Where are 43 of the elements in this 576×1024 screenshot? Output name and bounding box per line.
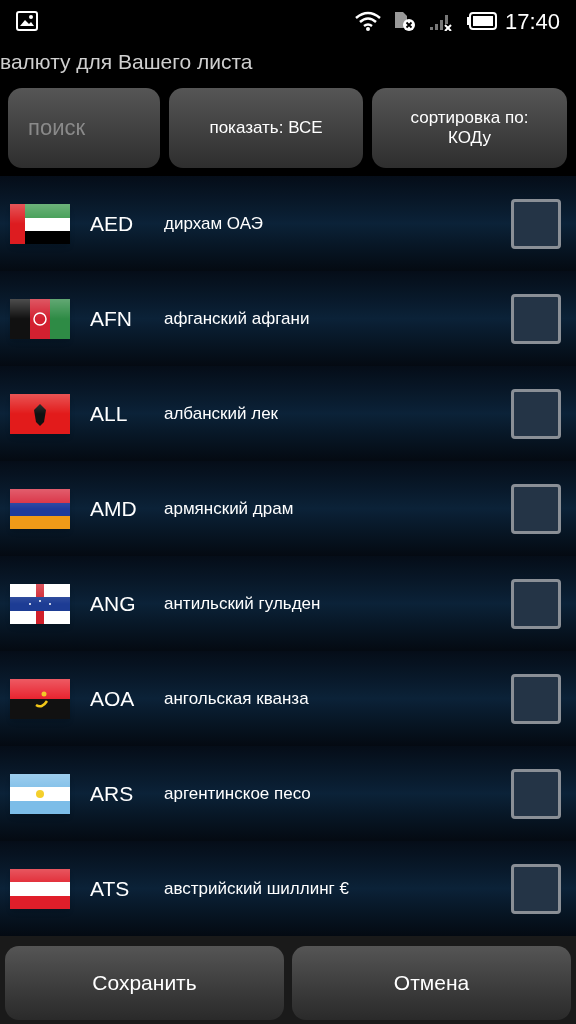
currency-name: афганский афгани — [164, 307, 311, 330]
currency-name: дирхам ОАЭ — [164, 212, 264, 235]
header-title: валюту для Вашего листа — [0, 49, 253, 76]
filter-button[interactable]: показать: ВСЕ — [169, 88, 363, 168]
currency-code: ATS — [90, 875, 131, 902]
wifi-icon — [354, 11, 381, 31]
currency-code: AED — [90, 210, 135, 237]
currency-code: AOA — [90, 685, 136, 712]
currency-code: ANG — [90, 590, 137, 617]
checkbox[interactable] — [511, 483, 561, 534]
checkbox[interactable] — [511, 388, 561, 439]
search-field[interactable]: поиск — [8, 88, 160, 168]
sort-button[interactable]: сортировка по: КОДу — [372, 88, 567, 168]
battery-icon — [466, 12, 497, 30]
currency-name: ангольская кванза — [164, 687, 310, 710]
currency-row[interactable]: AED дирхам ОАЭ — [0, 176, 576, 271]
cancel-button[interactable]: Отмена — [292, 946, 571, 1020]
sim-error-icon — [392, 10, 417, 32]
currency-code: AMD — [90, 495, 138, 522]
checkbox[interactable] — [511, 768, 561, 819]
currency-row[interactable]: AOA ангольская кванза — [0, 651, 576, 746]
currency-row[interactable]: AMD армянский драм — [0, 461, 576, 556]
currency-name: австрийский шиллинг € — [164, 877, 350, 900]
currency-code: ALL — [90, 400, 129, 427]
currency-row[interactable]: ANG антильский гульден — [0, 556, 576, 651]
currency-code: ARS — [90, 780, 135, 807]
checkbox[interactable] — [511, 673, 561, 724]
checkbox[interactable] — [511, 293, 561, 344]
currency-row[interactable]: AFN афганский афгани — [0, 271, 576, 366]
currency-name: армянский драм — [164, 497, 295, 520]
clock-time: 17:40 — [504, 7, 560, 36]
currency-code: AFN — [90, 305, 133, 332]
checkbox[interactable] — [511, 863, 561, 914]
currency-row[interactable]: ATS австрийский шиллинг € — [0, 841, 576, 936]
currency-row[interactable]: ALL албанский лек — [0, 366, 576, 461]
currency-name: албанский лек — [164, 402, 280, 425]
image-icon — [16, 11, 38, 31]
currency-name: антильский гульден — [164, 592, 322, 615]
checkbox[interactable] — [511, 198, 561, 249]
save-button[interactable]: Сохранить — [5, 946, 284, 1020]
checkbox[interactable] — [511, 578, 561, 629]
currency-name: аргентинское песо — [164, 782, 312, 805]
currency-row[interactable]: ARS аргентинское песо — [0, 746, 576, 841]
